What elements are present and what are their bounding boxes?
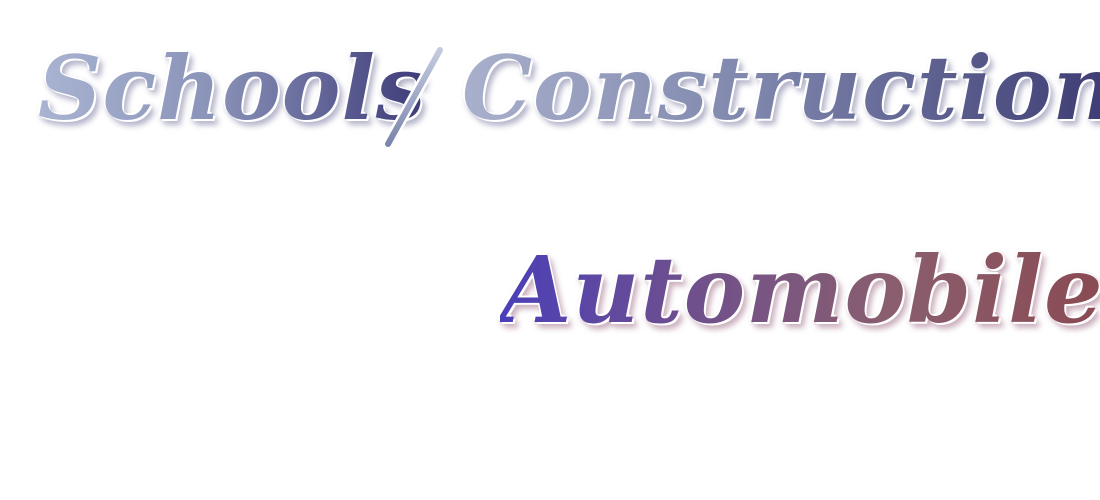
slash-divider xyxy=(382,44,446,150)
construction-heading: Construction xyxy=(462,44,1100,132)
automobile-heading: Automobile xyxy=(500,244,1100,336)
schools-heading: Schools xyxy=(38,36,427,140)
canvas: Schools Construction Automobile xyxy=(0,0,1100,500)
